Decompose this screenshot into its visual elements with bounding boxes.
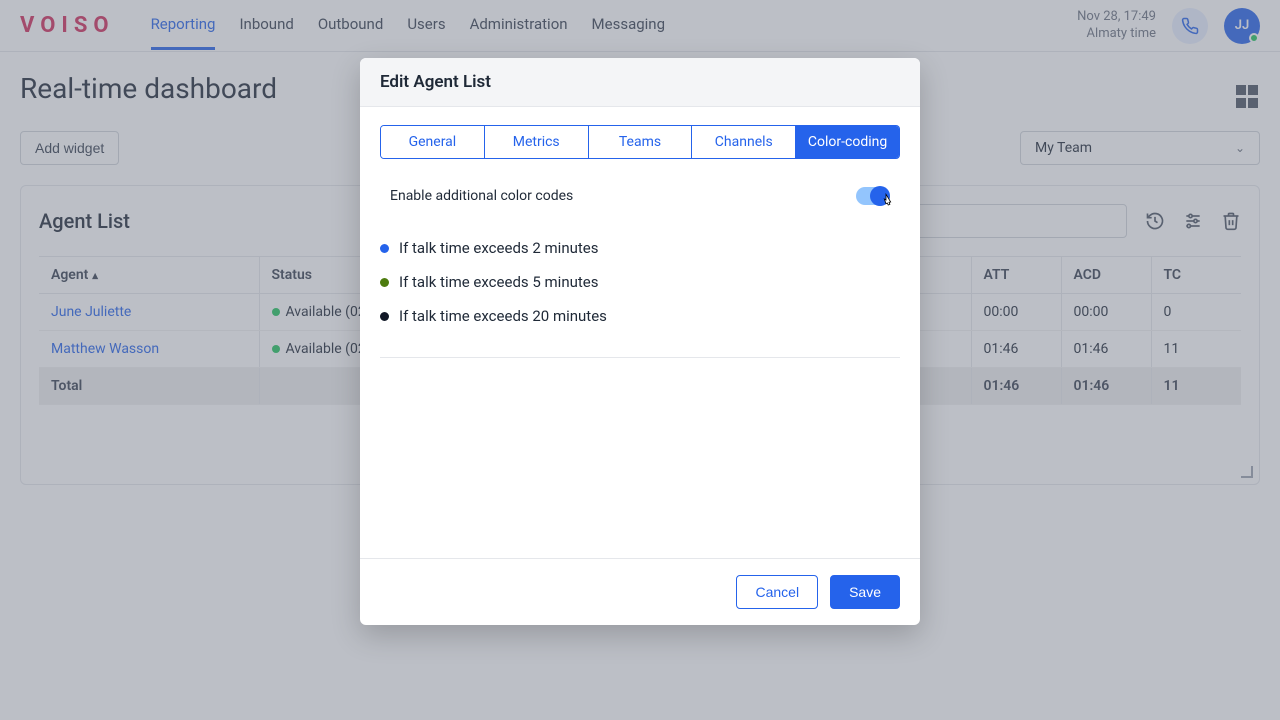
rule-dot-icon [380,278,389,287]
tab-color-coding[interactable]: Color-coding [796,126,899,158]
tab-general[interactable]: General [381,126,485,158]
tab-channels[interactable]: Channels [692,126,796,158]
cursor-pointer-icon [880,193,896,209]
rule-text: If talk time exceeds 5 minutes [399,273,598,291]
toggle-label: Enable additional color codes [390,188,573,204]
modal-title: Edit Agent List [360,58,920,107]
color-rule: If talk time exceeds 2 minutes [380,231,900,265]
edit-agent-list-modal: Edit Agent List General Metrics Teams Ch… [360,58,920,625]
tab-teams[interactable]: Teams [589,126,693,158]
rule-text: If talk time exceeds 20 minutes [399,307,607,325]
rule-text: If talk time exceeds 2 minutes [399,239,598,257]
color-rule: If talk time exceeds 5 minutes [380,265,900,299]
rule-dot-icon [380,312,389,321]
rule-dot-icon [380,244,389,253]
color-rule: If talk time exceeds 20 minutes [380,299,900,333]
tab-metrics[interactable]: Metrics [485,126,589,158]
color-rules: If talk time exceeds 2 minutes If talk t… [380,227,900,349]
save-button[interactable]: Save [830,575,900,609]
modal-overlay: Edit Agent List General Metrics Teams Ch… [0,0,1280,720]
modal-tabs: General Metrics Teams Channels Color-cod… [380,125,900,159]
cancel-button[interactable]: Cancel [736,575,818,609]
enable-color-codes-toggle[interactable] [856,187,890,205]
